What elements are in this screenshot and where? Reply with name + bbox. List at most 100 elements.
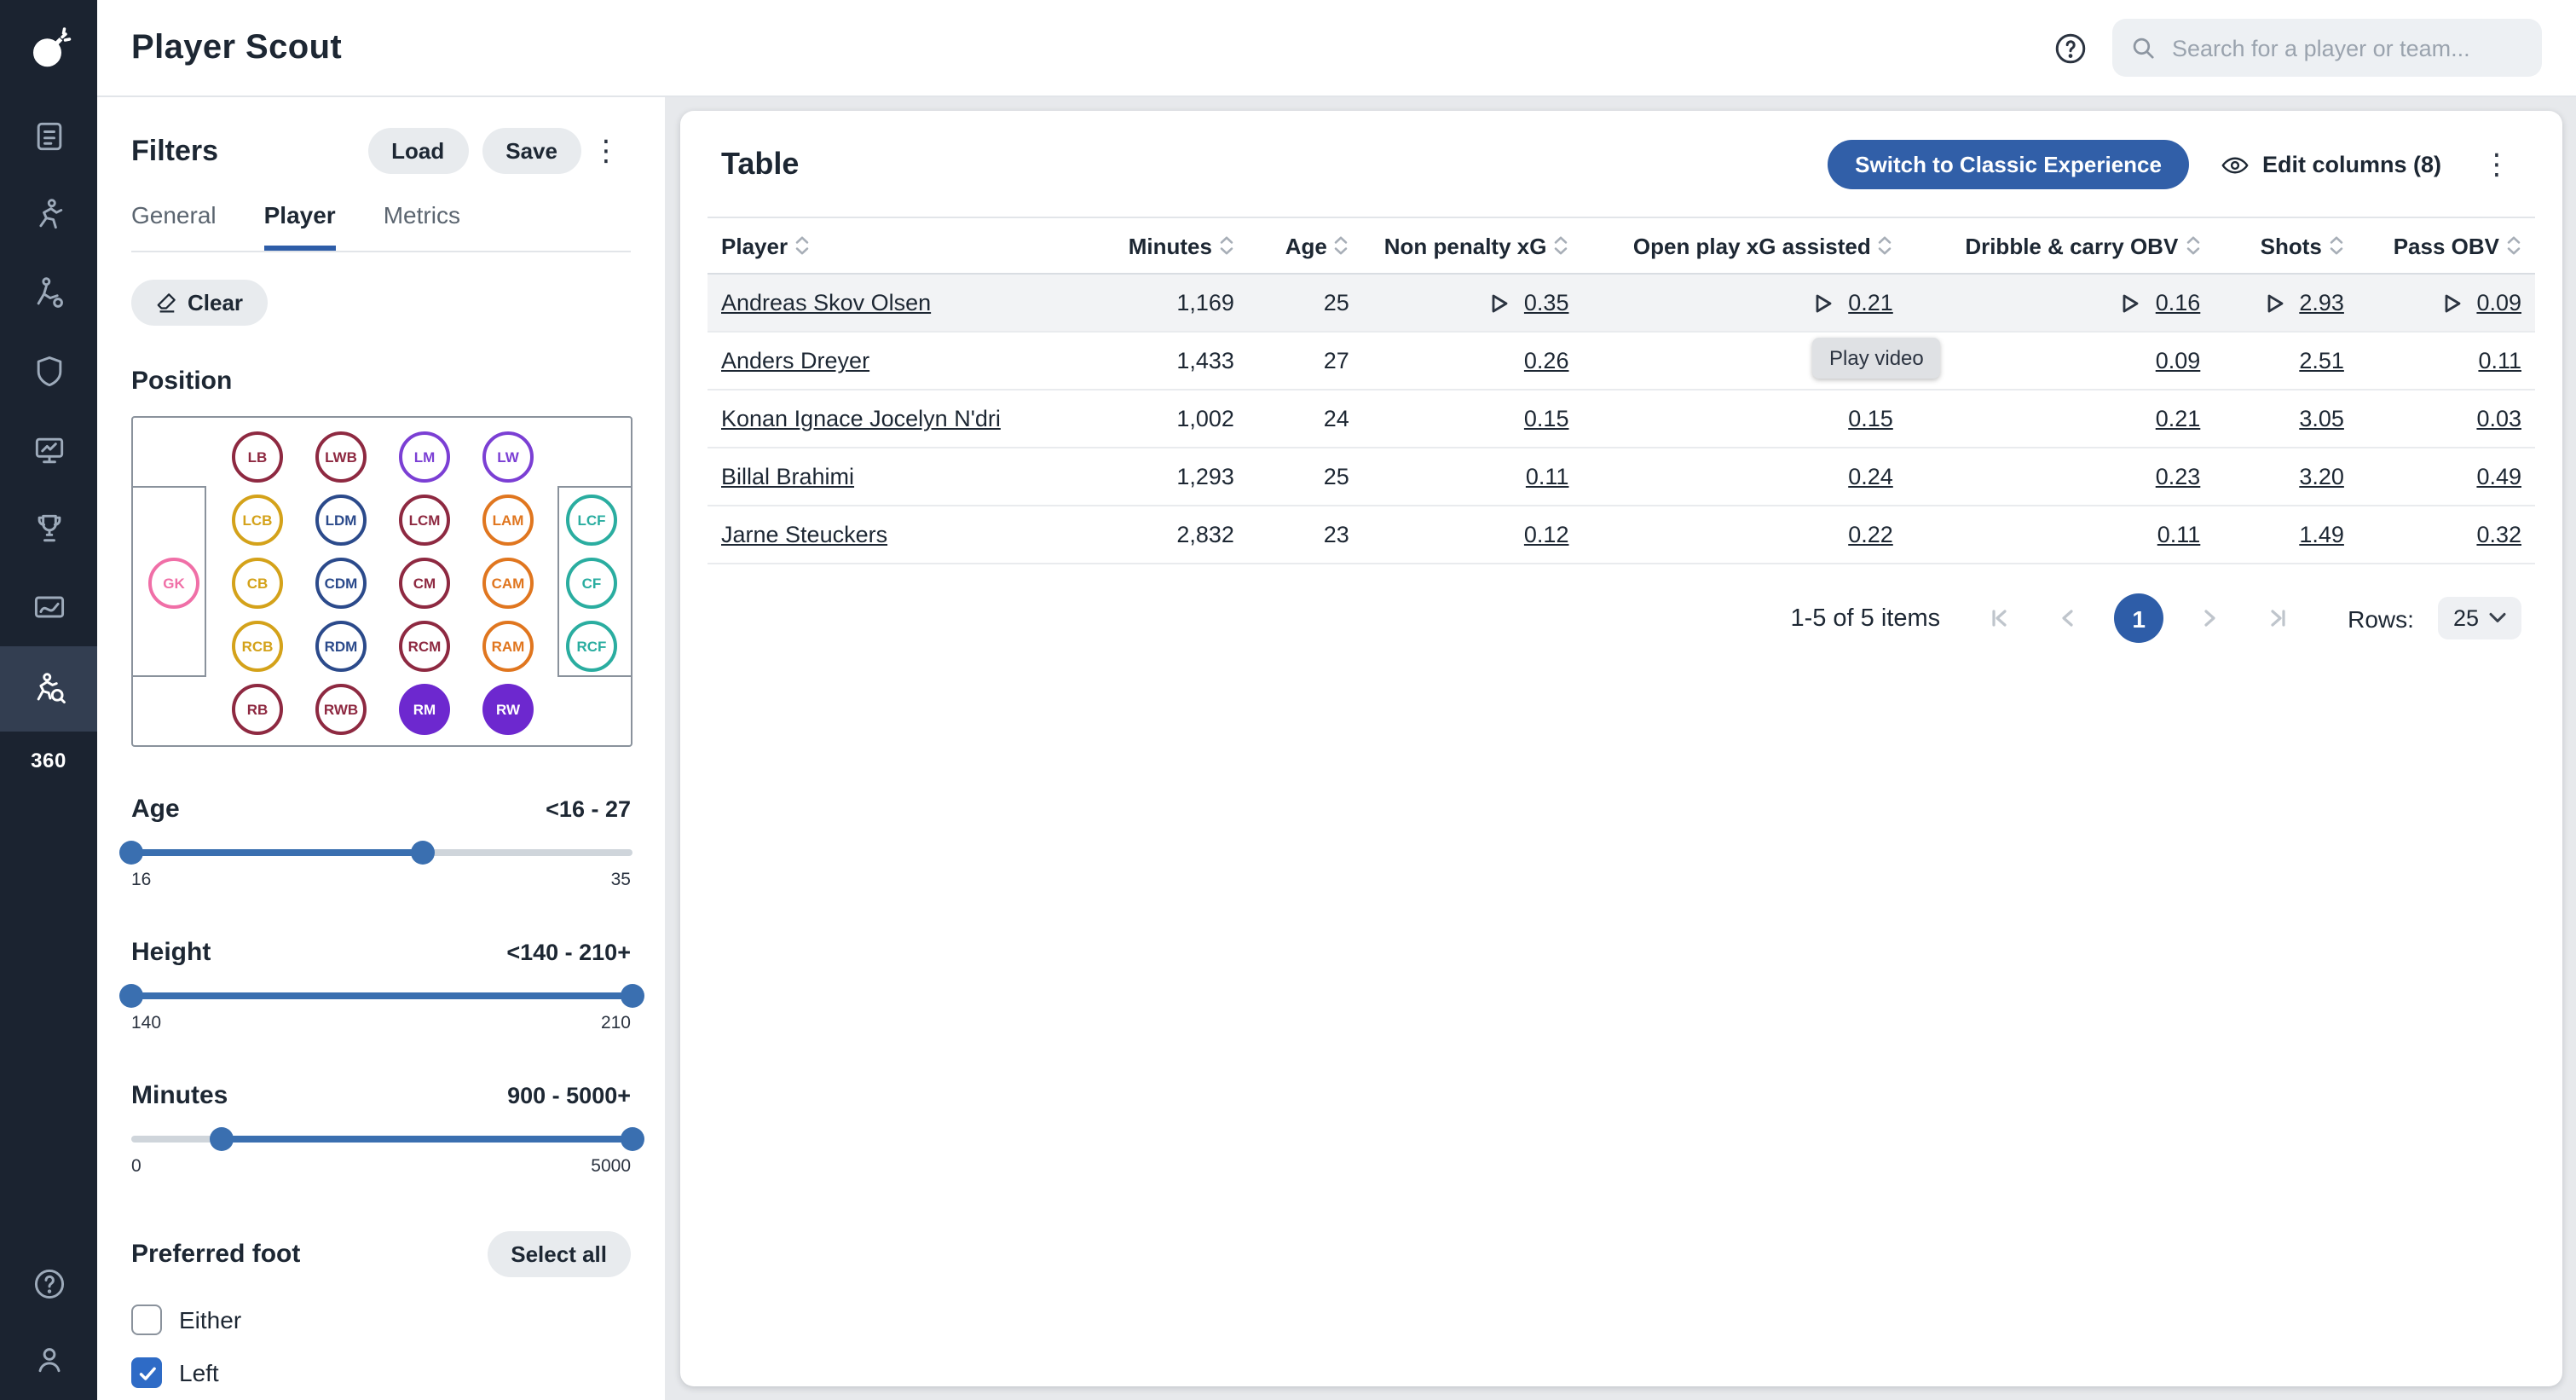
column-header-player[interactable]: Player [708, 218, 1096, 273]
kick-icon[interactable] [0, 254, 97, 333]
prev-page-icon[interactable] [2046, 596, 2090, 640]
save-button[interactable]: Save [482, 128, 581, 174]
checkbox-left[interactable]: Left [131, 1357, 631, 1388]
age-slider-handle-min[interactable] [119, 841, 143, 865]
position-lm[interactable]: LM [399, 431, 450, 483]
sort-icon[interactable] [2185, 235, 2200, 256]
shots-link[interactable]: 2.51 [2299, 348, 2344, 373]
tab-metrics[interactable]: Metrics [384, 201, 460, 251]
position-lcb[interactable]: LCB [232, 495, 283, 546]
column-header-pass-obv[interactable]: Pass OBV [2358, 218, 2535, 273]
screen-icon[interactable] [0, 411, 97, 489]
position-cf[interactable]: CF [566, 558, 617, 609]
tab-player[interactable]: Player [264, 201, 336, 251]
pass-obv-link[interactable]: 0.49 [2476, 464, 2521, 489]
np-xg-link[interactable]: 0.35 [1524, 290, 1569, 315]
dribble-carry-obv-link[interactable]: 0.16 [2156, 290, 2201, 315]
play-video-icon[interactable] [2118, 291, 2142, 315]
pass-obv-link[interactable]: 0.11 [2478, 348, 2521, 373]
minutes-slider-handle-max[interactable] [621, 1127, 644, 1151]
position-rcb[interactable]: RCB [232, 621, 283, 672]
player-link[interactable]: Anders Dreyer [721, 348, 869, 373]
sidebar-360-label[interactable]: 360 [31, 749, 66, 772]
op-xg-assisted-link[interactable]: 0.21 [1848, 290, 1893, 315]
table-menu-icon[interactable]: ⋮ [2472, 147, 2521, 182]
shots-link[interactable]: 3.05 [2299, 406, 2344, 431]
shots-link[interactable]: 1.49 [2299, 522, 2344, 547]
pass-obv-link[interactable]: 0.09 [2476, 290, 2521, 315]
np-xg-link[interactable]: 0.12 [1524, 522, 1569, 547]
tab-general[interactable]: General [131, 201, 217, 251]
position-lwb[interactable]: LWB [315, 431, 367, 483]
sort-icon[interactable] [2329, 235, 2344, 256]
page-number[interactable]: 1 [2114, 593, 2163, 643]
clear-button[interactable]: Clear [131, 280, 267, 326]
pass-obv-link[interactable]: 0.03 [2476, 406, 2521, 431]
player-link[interactable]: Billal Brahimi [721, 464, 854, 489]
play-video-icon[interactable] [2439, 291, 2463, 315]
sort-icon[interactable] [794, 235, 810, 256]
dribble-carry-obv-link[interactable]: 0.11 [2157, 522, 2201, 547]
position-lcm[interactable]: LCM [399, 495, 450, 546]
first-page-icon[interactable] [1978, 596, 2022, 640]
badge-icon[interactable] [0, 333, 97, 411]
shots-link[interactable]: 2.93 [2299, 290, 2344, 315]
op-xg-assisted-link[interactable]: 0.15 [1848, 406, 1893, 431]
column-header-np-xg[interactable]: Non penalty xG [1363, 218, 1583, 273]
table-row[interactable]: Billal Brahimi 1,293 25 0.11 0.24 0.23 3… [708, 448, 2535, 506]
player-link[interactable]: Jarne Steuckers [721, 522, 887, 547]
sort-icon[interactable] [1334, 235, 1349, 256]
height-slider[interactable] [131, 984, 632, 1008]
last-page-icon[interactable] [2255, 596, 2300, 640]
help-icon[interactable] [0, 1247, 97, 1322]
switch-classic-button[interactable]: Switch to Classic Experience [1828, 140, 2189, 189]
sort-icon[interactable] [1878, 235, 1893, 256]
position-rm[interactable]: RM [399, 684, 450, 735]
np-xg-link[interactable]: 0.15 [1524, 406, 1569, 431]
pitch-route-icon[interactable] [0, 568, 97, 646]
table-row[interactable]: Anders Dreyer 1,433 27 0.26 0.09 2.51 0.… [708, 333, 2535, 390]
table-row[interactable]: Konan Ignace Jocelyn N'dri 1,002 24 0.15… [708, 390, 2535, 448]
sort-icon[interactable] [1219, 235, 1234, 256]
position-cam[interactable]: CAM [482, 558, 534, 609]
column-header-shots[interactable]: Shots [2214, 218, 2358, 273]
sort-icon[interactable] [2506, 235, 2521, 256]
column-header-op-xg-assisted[interactable]: Open play xG assisted [1582, 218, 1906, 273]
minutes-slider[interactable] [131, 1127, 632, 1151]
position-rb[interactable]: RB [232, 684, 283, 735]
position-cdm[interactable]: CDM [315, 558, 367, 609]
dribble-carry-obv-link[interactable]: 0.23 [2156, 464, 2201, 489]
filters-menu-icon[interactable]: ⋮ [581, 133, 631, 169]
table-row[interactable]: Jarne Steuckers 2,832 23 0.12 0.22 0.11 … [708, 506, 2535, 564]
position-cm[interactable]: CM [399, 558, 450, 609]
np-xg-link[interactable]: 0.26 [1524, 348, 1569, 373]
next-page-icon[interactable] [2187, 596, 2232, 640]
play-video-icon[interactable] [1487, 291, 1510, 315]
position-rw[interactable]: RW [482, 684, 534, 735]
sort-icon[interactable] [1553, 235, 1568, 256]
height-slider-handle-max[interactable] [621, 984, 644, 1008]
age-slider-handle-max[interactable] [410, 841, 434, 865]
table-row[interactable]: Andreas Skov Olsen 1,169 25 0.35 0.21 [708, 275, 2535, 333]
minutes-slider-handle-min[interactable] [210, 1127, 234, 1151]
column-header-dribble-carry-obv[interactable]: Dribble & carry OBV [1907, 218, 2215, 273]
play-video-icon[interactable] [2261, 291, 2285, 315]
position-gk[interactable]: GK [148, 558, 199, 609]
dribble-carry-obv-link[interactable]: 0.09 [2156, 348, 2201, 373]
position-rcf[interactable]: RCF [566, 621, 617, 672]
topbar-help-icon[interactable] [2053, 30, 2088, 66]
dribble-carry-obv-link[interactable]: 0.21 [2156, 406, 2201, 431]
player-link[interactable]: Konan Ignace Jocelyn N'dri [721, 406, 1001, 431]
age-slider[interactable] [131, 841, 632, 865]
statsbomb-logo[interactable] [0, 0, 97, 97]
position-rwb[interactable]: RWB [315, 684, 367, 735]
report-icon[interactable] [0, 97, 97, 176]
op-xg-assisted-link[interactable]: 0.24 [1848, 464, 1893, 489]
position-lcf[interactable]: LCF [566, 495, 617, 546]
np-xg-link[interactable]: 0.11 [1526, 464, 1569, 489]
pass-obv-link[interactable]: 0.32 [2476, 522, 2521, 547]
profile-icon[interactable] [0, 1322, 97, 1397]
position-ldm[interactable]: LDM [315, 495, 367, 546]
position-lw[interactable]: LW [482, 431, 534, 483]
position-lam[interactable]: LAM [482, 495, 534, 546]
